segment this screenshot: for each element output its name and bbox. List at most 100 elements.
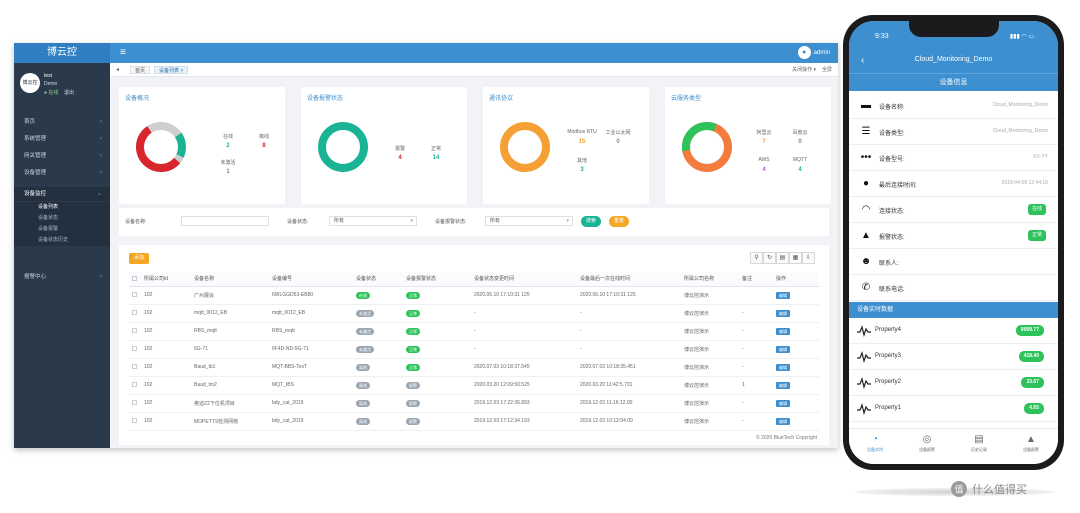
sidebar-item-device[interactable]: 设备管理 ‹ [14,166,110,180]
refresh-icon[interactable]: ↻ [763,252,776,264]
table-cell: 2019.12.03 17:12:34.193 [471,412,577,431]
edit-button[interactable]: 编辑 [776,309,790,317]
tab-alarm[interactable]: ◎ 设备报警 [901,433,953,453]
add-button[interactable]: 添加 [129,253,150,264]
stat-value: 8 [262,143,266,149]
edit-button[interactable]: 编辑 [776,327,790,335]
table-cell: 报警 [403,412,471,431]
row-checkbox-cell[interactable] [129,304,141,323]
property-value: 33.67 [1021,377,1044,388]
edit-button[interactable]: 编辑 [776,363,790,371]
sidebar-item-monitor[interactable]: 设备监控 ⌄ [14,187,110,201]
stat-label: 工业以太网 [605,130,631,136]
table-cell: 编辑 [773,394,819,413]
sidebar-item-home[interactable]: 首页 ‹ [14,115,110,129]
tab-home[interactable]: 首页 [130,66,151,74]
checkbox[interactable] [132,418,137,424]
card-title: 设备报警状态 [307,96,344,102]
edit-button[interactable]: 编辑 [776,399,790,407]
property-label: Property1 [875,405,902,411]
property-row: Property2 33.67 [849,370,1058,396]
alarm-status-select[interactable]: 所有 ▾ [485,216,573,226]
top-bar: 博云控 ≡ ● admin [14,43,838,63]
checkbox[interactable] [132,364,137,370]
brand-logo[interactable]: 博云控 [14,43,110,63]
sidebar-item-system[interactable]: 系统管理 ‹ [14,132,110,146]
edit-button[interactable]: 编辑 [776,291,790,299]
table-cell: 102 [141,340,191,359]
table-cell: 102 [141,358,191,377]
sidebar-sub-device-list[interactable]: 设备列表 [14,202,110,213]
export-icon[interactable]: ⇩ [802,252,815,264]
tab-history[interactable]: ▤ 历史记录 [953,433,1005,453]
close-tabs-menu[interactable]: 关闭操作 ▾ [792,63,816,77]
table-cell: 博云控演示 [681,340,739,359]
sidebar-item-alarm-center[interactable]: 报警中心 ‹ [14,270,110,284]
stat-label: 报警 [394,146,405,152]
row-checkbox-cell[interactable] [129,286,141,305]
checkbox[interactable] [132,382,137,388]
fullscreen-button[interactable]: 全屏 [822,63,832,77]
reset-button[interactable]: 重置 [609,216,630,227]
tab-realtime[interactable]: ◔ 设备实时 [849,433,901,453]
property-label: Property2 [875,379,902,385]
tab-alarm-2[interactable]: ▲ 设备报警 [1005,433,1057,453]
edit-button[interactable]: 编辑 [776,345,790,353]
device-name-input[interactable] [181,216,269,226]
signal-icon: ▮▮▮ ◠ ▭ [1009,34,1034,40]
table-cell: Baud_tm2 [191,376,269,395]
checkbox[interactable] [132,400,137,406]
user-menu[interactable]: ● admin [797,46,830,59]
row-checkbox-cell[interactable] [129,412,141,431]
checkbox[interactable] [132,292,137,298]
checkbox[interactable] [132,275,137,281]
checkbox[interactable] [132,310,137,316]
columns-icon[interactable]: ▦ [789,252,802,264]
table-cell: 编辑 [773,340,819,359]
info-label: 报警状态: [879,235,905,241]
device-status-label: 设备状态: [287,219,309,225]
property-row: Property1 4.65 [849,396,1058,422]
tab-back-icon[interactable]: ◂ [116,63,119,77]
checkbox[interactable] [132,328,137,334]
edit-button[interactable]: 编辑 [776,381,790,389]
table-cell: MOPETTS检测网络 [191,412,269,431]
edit-button[interactable]: 编辑 [776,417,790,425]
checkbox[interactable] [132,346,137,352]
info-label: 联系电话: [879,287,905,293]
sidebar-sub-status-history[interactable]: 设备状态历史 [14,235,110,246]
alarm-badge: 报警 [406,417,420,425]
row-checkbox-cell[interactable] [129,358,141,377]
search-button[interactable]: 搜索 [581,216,602,227]
menu-toggle-icon[interactable]: ≡ [120,43,126,63]
select-all-checkbox-cell[interactable] [129,272,141,287]
info-value: Cloud_Monitoring_Demo [992,102,1048,108]
info-label: 设备类型: [879,131,905,137]
sidebar-sub-device-status[interactable]: 设备状态 [14,213,110,224]
history-icon: ▤ [974,434,984,445]
sidebar-item-gateway[interactable]: 网关管理 ‹ [14,149,110,163]
sidebar-sub-device-alarm[interactable]: 设备报警 [14,224,110,235]
user-profile: 博云控 test Demo ● 在线 退出 [20,73,106,109]
row-checkbox-cell[interactable] [129,376,141,395]
table-cell: - [739,304,773,323]
tab-device-list[interactable]: 设备列表 × [154,66,189,74]
device-status-select[interactable]: 所有 ▾ [329,216,417,226]
toggle-view-icon[interactable]: ▤ [776,252,789,264]
table-cell: 102 [141,286,191,305]
table-cell: 奥迪Z2下位机项目 [191,394,269,413]
column-header: 设备名称 [191,272,269,287]
row-checkbox-cell[interactable] [129,340,141,359]
property-value: 9999.77 [1015,325,1044,336]
table-cell: - [471,304,577,323]
alarm-badge: 正常 [406,363,420,371]
row-checkbox-cell[interactable] [129,394,141,413]
search-icon[interactable]: ⚲ [750,252,763,264]
watermark-logo: 值 什么值得买 [951,481,1027,497]
row-checkbox-cell[interactable] [129,322,141,341]
stat-value: 0 [616,139,620,145]
logout-link[interactable]: 退出 [64,89,74,96]
table-cell: - [577,304,681,323]
table-cell: 5G-71 [191,340,269,359]
status-badge: 在线 [356,291,370,299]
